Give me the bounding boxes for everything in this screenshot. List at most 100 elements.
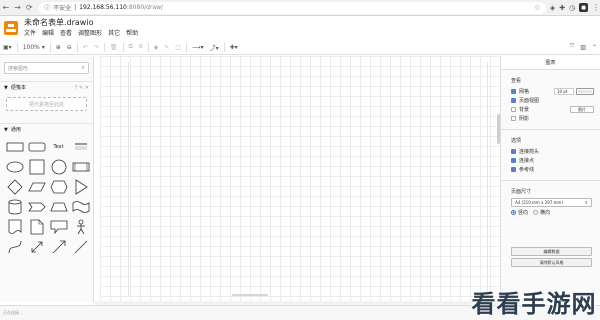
menu-arrange[interactable]: 调整图形 xyxy=(78,29,102,38)
page-view-option: 页面视图 xyxy=(501,96,600,105)
paper-size-select[interactable]: A4 (210 mm x 297 mm) ⇕ xyxy=(511,198,592,207)
guides-checkbox[interactable] xyxy=(511,167,516,172)
zoom-select[interactable]: 100% ▾ xyxy=(20,40,48,55)
toolbar-divider xyxy=(16,42,18,52)
scratchpad-actions[interactable]: ? ✎ ✕ xyxy=(75,85,89,91)
extension-clock-icon[interactable]: ◷ xyxy=(569,4,575,12)
textbox-shape[interactable] xyxy=(70,137,91,156)
fill-color-icon[interactable]: ◆ xyxy=(151,40,162,55)
redo-icon[interactable]: ↷ xyxy=(91,40,102,55)
zoom-in-icon[interactable]: ⊕ xyxy=(53,40,64,55)
extension-shield-icon[interactable]: ✚ xyxy=(559,4,565,12)
insert-plus-icon[interactable]: ✚▾ xyxy=(227,40,241,55)
tab-diagram[interactable]: 图表 xyxy=(501,56,600,70)
square-shape[interactable] xyxy=(26,157,47,176)
bookmark-star-icon[interactable]: ☆ xyxy=(534,3,541,12)
extension-icon[interactable]: ◈ xyxy=(550,4,555,12)
circle-shape[interactable] xyxy=(48,157,69,176)
scratchpad-header[interactable]: ▼ 便笺本 ? ✎ ✕ xyxy=(0,81,93,93)
actor-shape[interactable] xyxy=(70,217,91,236)
file-name[interactable]: 未命名表单.drawio xyxy=(24,18,138,28)
info-icon[interactable]: ⓘ xyxy=(44,3,50,12)
note-shape[interactable] xyxy=(26,217,47,236)
panel-toggle-icon[interactable]: ▣▾ xyxy=(0,40,15,55)
app-title-bar: 未命名表单.drawio 文件 编辑 查看 调整图形 其它 帮助 xyxy=(0,16,600,40)
toolbar-divider xyxy=(103,42,105,52)
drawio-app-window: ← → ⟳ ⓘ 不安全 | 192.168.56.110 :8080/draw/… xyxy=(0,0,600,320)
shadow-icon[interactable]: □ xyxy=(172,40,184,55)
connection-style-icon[interactable]: ⟶▾ xyxy=(189,40,207,55)
url-field[interactable]: ⓘ 不安全 | 192.168.56.110 :8080/draw/ ☆ xyxy=(39,1,546,14)
waypoints-icon[interactable]: ⤴▾ xyxy=(207,40,222,55)
url-separator: | xyxy=(74,4,77,11)
hexagon-shape[interactable] xyxy=(48,177,69,196)
cylinder-shape[interactable] xyxy=(4,197,25,216)
text-shape[interactable]: Text xyxy=(48,137,69,156)
main-toolbar: ▣▾ 100% ▾ ⊕ ⊖ ↶ ↷ 🗑 ⧉ ⧈ ◆ ✎ □ ⟶▾ ⤴▾ ✚▾ ⤧… xyxy=(0,40,600,55)
connection-arrows-checkbox[interactable] xyxy=(511,149,516,154)
grid-color-swatch[interactable] xyxy=(576,88,594,95)
horizontal-scrollbar[interactable] xyxy=(232,294,268,296)
edit-data-button[interactable]: 编辑数据 xyxy=(511,247,592,256)
portrait-label: 竖向 xyxy=(518,209,529,216)
section-divider xyxy=(501,129,600,130)
shadow-checkbox[interactable] xyxy=(511,116,516,121)
document-shape[interactable] xyxy=(4,217,25,236)
portrait-radio[interactable]: 竖向 xyxy=(511,209,528,216)
process-shape[interactable] xyxy=(70,157,91,176)
background-checkbox[interactable] xyxy=(511,107,516,112)
grid-checkbox[interactable] xyxy=(511,89,516,94)
to-front-icon[interactable]: ⧉ xyxy=(126,40,136,55)
undo-icon[interactable]: ↶ xyxy=(80,40,91,55)
ellipse-shape[interactable] xyxy=(4,157,25,176)
page-view-label: 页面视图 xyxy=(519,98,540,104)
directional-arrow-shape[interactable] xyxy=(48,237,69,256)
parallelogram-shape[interactable] xyxy=(26,177,47,196)
collapse-icon[interactable]: ⌃ xyxy=(589,40,600,55)
menu-help[interactable]: 帮助 xyxy=(126,29,138,38)
bidirectional-arrow-shape[interactable] xyxy=(26,237,47,256)
reload-button[interactable]: ⟳ xyxy=(23,3,35,12)
menu-extras[interactable]: 其它 xyxy=(108,29,120,38)
background-image-button[interactable]: 图片 xyxy=(570,106,594,113)
grid-label: 网格 xyxy=(519,89,530,95)
menu-file[interactable]: 文件 xyxy=(24,29,36,38)
line-shape[interactable] xyxy=(70,237,91,256)
zoom-out-icon[interactable]: ⊖ xyxy=(64,40,75,55)
search-icon[interactable]: ⌕ xyxy=(82,64,85,72)
menu-bar: 文件 编辑 查看 调整图形 其它 帮助 xyxy=(24,29,138,38)
select-caret-icon: ⇕ xyxy=(584,200,588,205)
to-back-icon[interactable]: ⧈ xyxy=(136,40,146,55)
general-shapes-header[interactable]: ▼ 通用 xyxy=(0,123,93,135)
diagram-canvas[interactable] xyxy=(100,56,500,302)
connection-arrows-option: 连接箭头 xyxy=(501,147,600,156)
line-color-icon[interactable]: ✎ xyxy=(161,40,172,55)
menu-view[interactable]: 查看 xyxy=(60,29,72,38)
connection-points-checkbox[interactable] xyxy=(511,158,516,163)
format-panel-toggle-icon[interactable]: ▥ xyxy=(577,40,589,55)
back-button[interactable]: ← xyxy=(0,3,12,12)
extension-dark-icon[interactable]: ■ xyxy=(579,3,588,12)
forward-button[interactable]: → xyxy=(12,3,24,12)
diamond-shape[interactable] xyxy=(4,177,25,196)
grid-size-input[interactable]: 10 pt xyxy=(554,88,574,95)
delete-icon[interactable]: 🗑 xyxy=(107,40,121,55)
browser-menu-icon[interactable]: ⋮ xyxy=(592,3,600,12)
text-shape-label: Text xyxy=(53,143,64,150)
trapezoid-shape[interactable] xyxy=(48,197,69,216)
curved-connector-shape[interactable] xyxy=(4,237,25,256)
page-view-checkbox[interactable] xyxy=(511,98,516,103)
fullscreen-icon[interactable]: ⤧ xyxy=(566,40,577,55)
callout-shape[interactable] xyxy=(48,217,69,236)
rounded-rectangle-shape[interactable] xyxy=(26,137,47,156)
shape-search-input[interactable]: 搜索图形 ⌕ xyxy=(4,62,89,74)
scratchpad-drop-zone[interactable]: 把元素拖至此处 xyxy=(6,97,87,111)
clear-default-style-button[interactable]: 清除默认风格 xyxy=(511,258,592,267)
paper-size-value: A4 (210 mm x 297 mm) xyxy=(515,200,563,205)
menu-edit[interactable]: 编辑 xyxy=(42,29,54,38)
rectangle-shape[interactable] xyxy=(4,137,25,156)
tape-shape[interactable] xyxy=(70,197,91,216)
card-shape[interactable] xyxy=(26,197,47,216)
triangle-shape[interactable] xyxy=(70,177,91,196)
landscape-radio[interactable]: 横向 xyxy=(533,209,550,216)
